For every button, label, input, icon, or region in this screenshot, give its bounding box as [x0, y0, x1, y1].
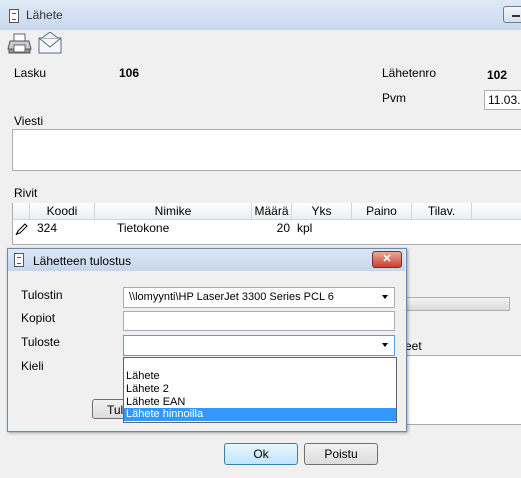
- kopiot-label: Kopiot: [21, 311, 56, 325]
- background-progress-bar: [400, 297, 510, 311]
- dialog-document-icon: [14, 253, 24, 267]
- print-button[interactable]: [7, 32, 33, 56]
- column-header-yks[interactable]: Yks: [292, 203, 352, 220]
- background-partial-label: eet: [405, 339, 422, 353]
- column-header-tilav[interactable]: Tilav.: [412, 203, 472, 220]
- column-header-paino[interactable]: Paino: [352, 203, 412, 220]
- lasku-value: 106: [119, 66, 140, 80]
- pvm-field[interactable]: 11.03.2: [484, 90, 521, 110]
- email-button[interactable]: [37, 31, 63, 56]
- cell-maara[interactable]: 20: [252, 220, 290, 237]
- ok-button[interactable]: Ok: [224, 443, 298, 465]
- dropdown-option-lahete-hinnoilla[interactable]: Lähete hinnoilla: [124, 408, 396, 421]
- lahetenro-value: 102: [487, 68, 508, 82]
- pvm-label: Pvm: [382, 91, 406, 105]
- rivit-label: Rivit: [14, 186, 38, 200]
- window-title: Lähete: [26, 8, 63, 22]
- tulostin-select[interactable]: \\lomyynti\HP LaserJet 3300 Series PCL 6: [123, 287, 395, 308]
- dropdown-option-lahete[interactable]: Lähete: [126, 370, 160, 383]
- kieli-label: Kieli: [21, 359, 44, 373]
- dropdown-option-lahete-2[interactable]: Lähete 2: [126, 383, 169, 396]
- tulostin-value: \\lomyynti\HP LaserJet 3300 Series PCL 6: [129, 291, 334, 303]
- viesti-label: Viesti: [14, 114, 44, 128]
- tuloste-select[interactable]: [123, 335, 395, 356]
- kopiot-field[interactable]: [123, 311, 395, 331]
- envelope-icon: [38, 31, 62, 54]
- viesti-textarea[interactable]: [12, 129, 521, 171]
- window-document-icon: [9, 9, 19, 23]
- grid-corner: [13, 203, 30, 220]
- column-header-koodi[interactable]: Koodi: [30, 203, 95, 220]
- cell-paino[interactable]: [352, 220, 411, 237]
- print-button-partial[interactable]: Tul: [92, 399, 126, 419]
- tulostin-label: Tulostin: [21, 288, 63, 302]
- poistu-button[interactable]: Poistu: [304, 443, 378, 465]
- chevron-down-icon: [382, 343, 388, 347]
- dialog-close-button[interactable]: ✕: [372, 251, 402, 268]
- column-header-filler: [472, 203, 521, 220]
- column-header-nimike[interactable]: Nimike: [95, 203, 252, 220]
- chevron-down-icon: [382, 295, 388, 299]
- dialog-title: Lähetteen tulostus: [33, 254, 132, 268]
- window-titlebar: [0, 0, 521, 30]
- row-edit-pencil-icon: [15, 222, 29, 236]
- lasku-label: Lasku: [14, 66, 47, 80]
- tuloste-label: Tuloste: [21, 335, 60, 349]
- cell-koodi[interactable]: 324: [37, 220, 93, 237]
- lahetenro-label: Lähetenro: [382, 66, 437, 80]
- cell-nimike[interactable]: Tietokone: [117, 220, 231, 237]
- printer-icon: [7, 33, 32, 54]
- cell-tilav[interactable]: [412, 220, 471, 237]
- minimize-button[interactable]: [503, 6, 521, 23]
- column-header-maara[interactable]: Määrä: [252, 203, 292, 220]
- background-textbox[interactable]: [400, 355, 521, 425]
- cell-yks[interactable]: kpl: [297, 220, 351, 237]
